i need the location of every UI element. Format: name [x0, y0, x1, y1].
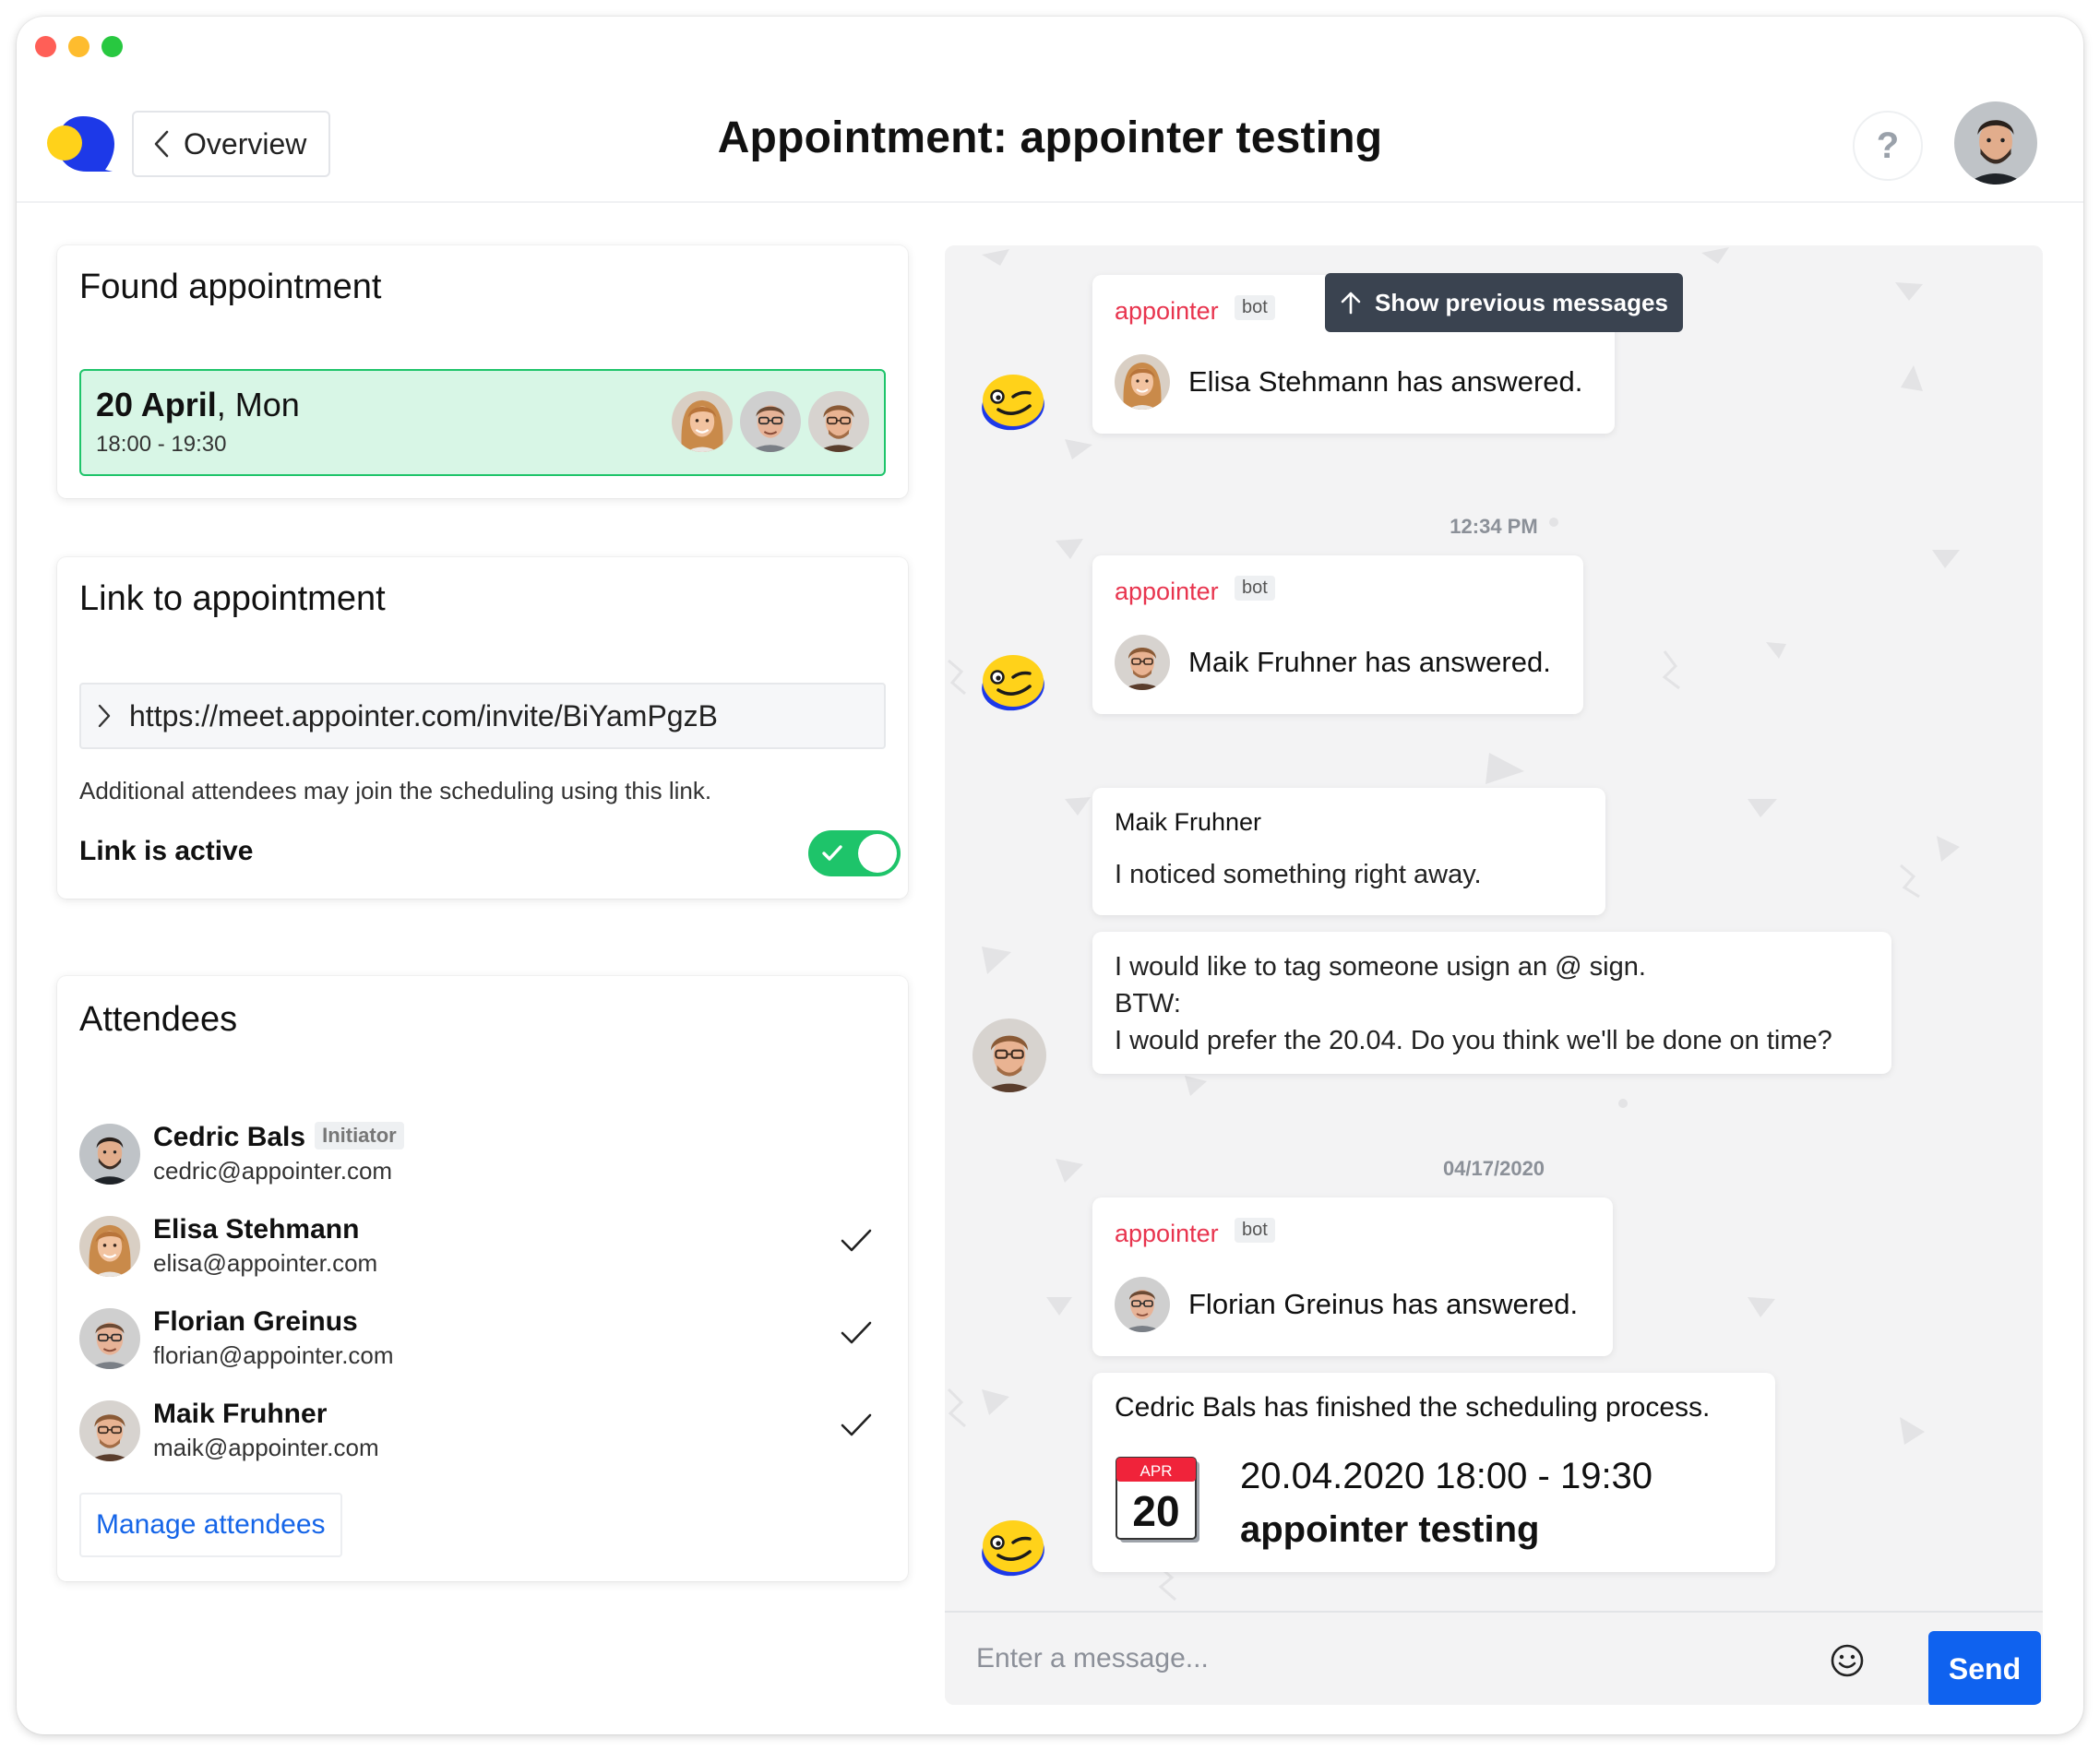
message-text-line-1: I would like to tag someone usign an @ s…	[1115, 952, 1646, 982]
attendee-name: Maik Fruhner	[153, 1399, 328, 1429]
close-window-button[interactable]	[35, 36, 56, 57]
calendar-day: 20	[1132, 1487, 1179, 1535]
appointment-date: 20 April, Mon	[96, 386, 300, 424]
message-text: Elisa Stehmann has answered.	[1188, 365, 1583, 398]
appointer-bot-avatar	[976, 646, 1050, 720]
toggle-knob	[858, 834, 897, 873]
florian-avatar	[1115, 1277, 1170, 1332]
answered-check-icon	[840, 1412, 873, 1439]
found-appointment-heading: Found appointment	[79, 268, 382, 306]
bot-sender-name: appointer	[1115, 1220, 1219, 1247]
app-header: Overview Appointment: appointer testing …	[17, 72, 2083, 203]
answered-check-icon	[840, 1319, 873, 1347]
found-appointment-card: Found appointment 20 April, Mon 18:00 - …	[57, 245, 908, 498]
attendee-email: florian@appointer.com	[153, 1341, 394, 1369]
attendee-name-line: Cedric Bals Initiator	[153, 1122, 404, 1153]
answered-check-icon	[840, 1227, 873, 1255]
bot-message: appointer bot Maik Fruhner has answered.	[1092, 555, 1583, 714]
attendee-avatar	[79, 1308, 140, 1369]
appointment-participants	[672, 391, 869, 452]
calendar-month: APR	[1140, 1462, 1173, 1480]
message-text: Florian Greinus has answered.	[1188, 1288, 1579, 1320]
link-heading: Link to appointment	[79, 579, 386, 618]
appointer-bot-avatar	[976, 1511, 1050, 1585]
question-mark-icon: ?	[1876, 125, 1900, 166]
message-sender-name: Maik Fruhner	[1115, 808, 1262, 836]
bot-summary-message: Cedric Bals has finished the scheduling …	[1092, 1373, 1775, 1572]
appointment-slot[interactable]: 20 April, Mon 18:00 - 19:30	[79, 369, 886, 476]
attendees-heading: Attendees	[79, 1000, 238, 1039]
user-avatar[interactable]	[1954, 101, 2037, 185]
message-input[interactable]	[976, 1633, 1843, 1685]
attendee-row[interactable]: Maik Fruhner maik@appointer.com	[79, 1393, 886, 1467]
chevron-right-icon	[98, 704, 111, 728]
invite-link-url[interactable]: https://meet.appointer.com/invite/BiYamP…	[129, 699, 718, 733]
attendee-avatar	[79, 1216, 140, 1277]
appointment-date-day: 20 April	[96, 386, 217, 423]
appointment-date-weekday: , Mon	[216, 386, 300, 423]
arrow-up-icon	[1341, 292, 1361, 315]
appointer-bot-avatar	[976, 365, 1050, 439]
check-icon	[822, 845, 842, 861]
attendee-row[interactable]: Florian Greinus florian@appointer.com	[79, 1301, 886, 1375]
message-text: Cedric Bals has finished the scheduling …	[1115, 1392, 1711, 1423]
emoji-icon[interactable]	[1829, 1642, 1866, 1679]
appointment-range: 20.04.2020 18:00 - 19:30	[1240, 1456, 1653, 1496]
appointment-time: 18:00 - 19:30	[96, 432, 227, 457]
invite-link-field[interactable]: https://meet.appointer.com/invite/BiYamP…	[79, 683, 886, 749]
elisa-avatar	[1115, 354, 1170, 410]
message-text: I noticed something right away.	[1115, 860, 1482, 889]
app-window: Overview Appointment: appointer testing …	[17, 17, 2083, 1734]
user-message: Maik Fruhner I noticed something right a…	[1092, 788, 1605, 915]
manage-attendees-button[interactable]: Manage attendees	[79, 1493, 342, 1557]
attendee-row[interactable]: Cedric Bals Initiator cedric@appointer.co…	[79, 1116, 886, 1190]
help-button[interactable]: ?	[1853, 111, 1923, 181]
send-button[interactable]: Send	[1928, 1631, 2041, 1705]
attendees-card: Attendees Cedric Bals Initiator cedric@ap…	[57, 976, 908, 1581]
user-message: I would like to tag someone usign an @ s…	[1092, 932, 1891, 1074]
attendee-name: Elisa Stehmann	[153, 1214, 360, 1245]
window-controls	[35, 36, 123, 57]
bot-badge: bot	[1235, 576, 1275, 601]
attendee-avatar	[79, 1400, 140, 1461]
minimize-window-button[interactable]	[68, 36, 89, 57]
calendar-icon: APR 20	[1116, 1457, 1199, 1543]
chat-panel: appointer bot Elisa Stehmann has answere…	[945, 245, 2043, 1705]
bot-badge: bot	[1235, 1218, 1275, 1243]
appointment-title: appointer testing	[1240, 1509, 1540, 1550]
bot-sender-name: appointer	[1115, 578, 1219, 605]
participant-avatar-florian	[740, 391, 801, 452]
attendee-row[interactable]: Elisa Stehmann elisa@appointer.com	[79, 1209, 886, 1282]
page-title: Appointment: appointer testing	[717, 113, 1383, 162]
link-card: Link to appointment https://meet.appoint…	[57, 557, 908, 899]
show-previous-label: Show previous messages	[1375, 288, 1668, 316]
show-previous-messages-button[interactable]: Show previous messages	[1325, 273, 1683, 332]
attendee-name: Cedric Bals	[153, 1122, 306, 1152]
message-text-line-2: BTW:	[1115, 989, 1181, 1018]
message-timestamp: 12:34 PM	[1450, 515, 1538, 538]
link-help-text: Additional attendees may join the schedu…	[79, 777, 712, 804]
message-text: Maik Fruhner has answered.	[1188, 646, 1551, 678]
attendee-avatar	[79, 1124, 140, 1185]
date-separator: 04/17/2020	[1442, 1157, 1545, 1180]
initiator-badge: Initiator	[315, 1122, 404, 1149]
message-composer: Send	[945, 1611, 2043, 1705]
attendee-email: cedric@appointer.com	[153, 1157, 393, 1185]
user-avatar-image	[1954, 101, 2037, 185]
bot-sender-name: appointer	[1115, 297, 1219, 325]
maik-avatar	[1115, 635, 1170, 690]
maik-chat-avatar	[972, 1018, 1046, 1092]
participant-avatar-maik	[808, 391, 869, 452]
bot-badge: bot	[1235, 295, 1275, 320]
zoom-window-button[interactable]	[101, 36, 123, 57]
link-active-label: Link is active	[79, 836, 254, 866]
participant-avatar-elisa	[672, 391, 733, 452]
attendee-email: maik@appointer.com	[153, 1434, 379, 1461]
bot-message: appointer bot Florian Greinus has answer…	[1092, 1197, 1613, 1356]
attendee-name: Florian Greinus	[153, 1306, 358, 1337]
link-active-toggle[interactable]	[808, 830, 901, 876]
message-text-line-3: I would prefer the 20.04. Do you think w…	[1115, 1026, 1832, 1055]
attendee-email: elisa@appointer.com	[153, 1249, 378, 1277]
